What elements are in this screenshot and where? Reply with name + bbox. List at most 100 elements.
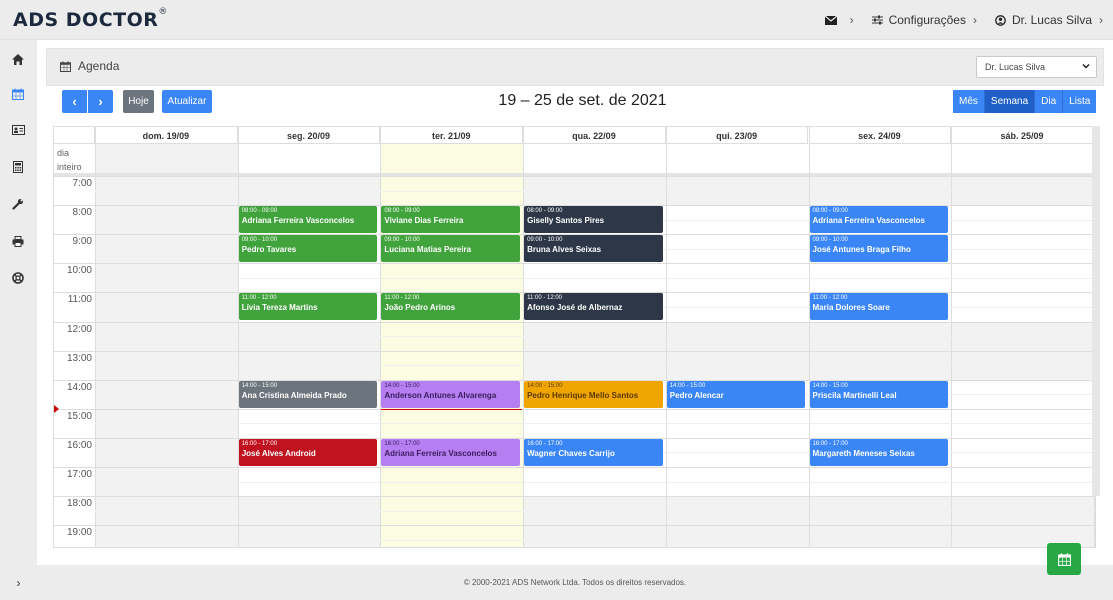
half-hour-line [95,423,1095,425]
calendar-icon[interactable] [11,87,25,101]
hour-label: 18:00 [66,498,92,510]
appointment-event[interactable]: 11:00 - 12:00 João Pedro Arinos [381,293,521,321]
event-patient-name: Adriana Ferreira Vasconcelos [812,216,926,226]
day-header[interactable]: sáb. 25/09 [951,127,1094,144]
event-patient-name: Luciana Matias Pereira [384,245,472,255]
appointment-event[interactable]: 08:00 - 09:00 Viviane Dias Ferreira [381,206,521,234]
messages-menu[interactable]: › [824,13,854,27]
new-appointment-button[interactable] [1047,543,1081,575]
appointment-event[interactable]: 14:00 - 15:00 Pedro Alencar [666,380,806,408]
appointment-event[interactable]: 09:00 - 10:00 Luciana Matias Pereira [381,235,521,263]
appointment-event[interactable]: 14:00 - 15:00 Pedro Henrique Mello Santos [524,380,663,408]
day-header[interactable]: qui. 23/09 [665,127,809,144]
event-patient-name: Viviane Dias Ferreira [384,216,464,226]
appointment-event[interactable]: 08:00 - 09:00 Giselly Santos Pires [524,206,663,234]
view-switcher: Mês Semana Dia Lista [953,90,1097,113]
hour-line [54,350,1095,352]
chevron-right-icon: › [972,13,977,27]
appointment-event[interactable]: 09:00 - 10:00 Pedro Tavares [238,235,378,263]
home-icon[interactable] [11,52,25,66]
event-time: 09:00 - 10:00 [527,237,563,244]
hour-label: 11:00 [67,294,92,306]
event-time: 08:00 - 09:00 [241,208,278,215]
appointment-event[interactable]: 14:00 - 15:00 Priscila Martinelli Leal [809,380,949,408]
appointment-event[interactable]: 14:00 - 15:00 Ana Cristina Almeida Prado [238,380,378,408]
event-patient-name: Lívia Tereza Martins [241,303,318,313]
event-patient-name: Pedro Alencar [669,390,724,400]
refresh-button[interactable]: Atualizar [162,90,212,113]
user-circle-icon [995,14,1006,26]
event-time: 14:00 - 15:00 [669,382,706,389]
half-hour-line [95,510,1095,512]
appointment-event[interactable]: 09:00 - 10:00 José Antunes Braga Filho [809,235,949,263]
user-menu[interactable]: Dr. Lucas Silva › [995,13,1103,27]
event-time: 08:00 - 09:00 [527,208,563,215]
hour-line [54,263,1095,265]
event-patient-name: Wagner Chaves Carrijo [527,448,615,458]
day-header[interactable]: seg. 20/09 [237,127,381,144]
event-time: 09:00 - 10:00 [241,237,278,244]
footer: © 2000-2021 ADS Network Ltda. Todos os d… [463,578,687,587]
event-time: 14:00 - 15:00 [384,382,420,389]
hour-label: 7:00 [72,178,92,189]
printer-icon[interactable] [11,234,25,248]
hour-label: 17:00 [66,469,92,480]
lifebuoy-icon[interactable] [11,271,25,285]
day-header[interactable]: dom. 19/09 [95,127,238,144]
prev-week-button[interactable]: ‹ [62,90,87,113]
calendar-icon [60,60,71,72]
event-time: 08:00 - 09:00 [384,208,420,215]
calendar-scrollbar[interactable] [1092,126,1100,496]
appointment-event[interactable]: 16:00 - 17:00 Wagner Chaves Carrijo [524,438,663,466]
view-list-button[interactable]: Lista [1063,90,1097,113]
appointment-event[interactable]: 11:00 - 12:00 Maria Dolores Soare [809,293,949,321]
event-patient-name: Adriana Ferreira Vasconcelos [384,448,497,458]
hour-label: 8:00 [72,207,92,219]
all-day-label: dia inteiro [57,148,82,172]
event-patient-name: Ana Cristina Almeida Prado [241,390,347,400]
view-day-button[interactable]: Dia [1035,90,1064,113]
event-time: 14:00 - 15:00 [812,382,848,389]
axis-header [54,127,95,144]
appointment-event[interactable]: 08:00 - 09:00 Adriana Ferreira Vasconcelo… [238,206,378,234]
app-logo[interactable]: ADS DOCTOR® [13,7,168,31]
today-button[interactable]: Hoje [123,90,154,113]
appointment-event[interactable]: 16:00 - 17:00 José Alves Android [238,438,378,466]
appointment-event[interactable]: 16:00 - 17:00 Margareth Meneses Seixas [809,438,949,466]
hour-line [54,321,1095,323]
sidebar [0,40,37,600]
hour-line [54,496,1095,498]
appointment-event[interactable]: 14:00 - 15:00 Anderson Antunes Alvarenga [381,380,521,408]
doctor-select[interactable]: Dr. Lucas Silva [976,56,1097,78]
view-week-button[interactable]: Semana [984,90,1036,113]
hour-label: 19:00 [66,527,92,539]
half-hour-line [95,190,1095,192]
appointment-event[interactable]: 08:00 - 09:00 Adriana Ferreira Vasconcelo… [809,206,949,234]
hour-label: 12:00 [66,323,92,335]
hour-label: 14:00 [66,381,92,393]
day-header[interactable]: sex. 24/09 [808,127,952,144]
wrench-icon[interactable] [11,197,25,211]
sidebar-expand-button[interactable]: › [0,565,37,600]
day-header[interactable]: qua. 22/09 [523,127,666,144]
appointment-event[interactable]: 09:00 - 10:00 Bruna Alves Seixas [524,235,663,263]
next-week-button[interactable]: › [88,90,113,113]
sliders-icon [871,15,883,25]
calculator-icon[interactable] [11,160,25,174]
event-time: 09:00 - 10:00 [812,237,848,244]
settings-menu[interactable]: Configurações › [871,13,977,27]
appointment-event[interactable]: 11:00 - 12:00 Lívia Tereza Martins [238,293,378,321]
appointment-event[interactable]: 11:00 - 12:00 Afonso José de Albernaz [524,293,663,321]
appointment-event[interactable]: 16:00 - 17:00 Adriana Ferreira Vasconcelo… [381,438,521,466]
day-header[interactable]: ter. 21/09 [380,127,524,144]
hour-label: 16:00 [66,439,92,451]
event-time: 14:00 - 15:00 [241,382,278,389]
event-patient-name: Maria Dolores Soare [812,303,890,313]
calendar-icon [1057,552,1071,566]
view-month-button[interactable]: Mês [953,90,985,113]
top-bar: ADS DOCTOR® › Configurações › Dr. Lucas … [0,0,1113,40]
id-card-icon[interactable] [11,123,25,137]
event-time: 11:00 - 12:00 [241,295,277,302]
event-time: 16:00 - 17:00 [527,440,563,447]
agenda-panel-header: Agenda Dr. Lucas Silva [46,48,1104,86]
